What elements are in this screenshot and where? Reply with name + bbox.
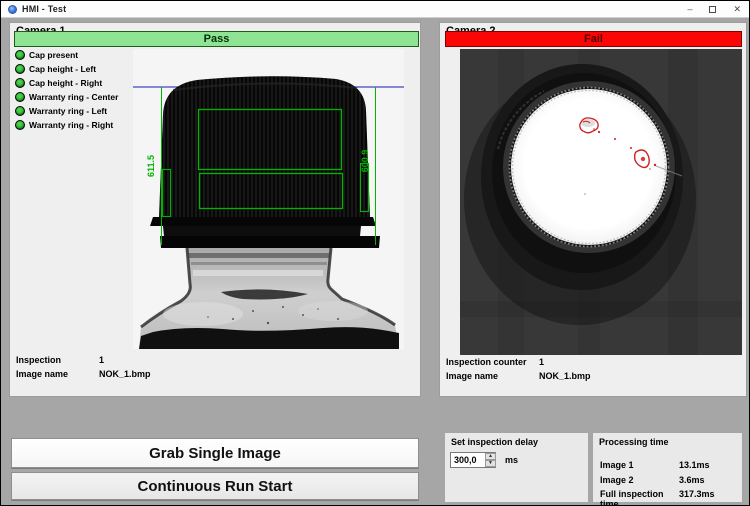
indicator-warranty-ring-center: Warranty ring - Center bbox=[15, 91, 118, 103]
indicator-warranty-ring-left: Warranty ring - Left bbox=[15, 105, 107, 117]
indicator-cap-height-right: Cap height - Right bbox=[15, 77, 102, 89]
camera2-image bbox=[460, 49, 742, 355]
camera1-image: 611.5 600.9 bbox=[133, 49, 404, 349]
window-title: HMI - Test bbox=[22, 4, 66, 14]
inspection-delay-box: Set inspection delay ▲ ▼ ms bbox=[444, 432, 589, 503]
image2-time-value: 3.6ms bbox=[679, 475, 705, 485]
app-window: HMI - Test – ✕ Camera 1 Pass Cap present… bbox=[0, 0, 750, 506]
led-icon bbox=[15, 50, 25, 60]
indicator-warranty-ring-right: Warranty ring - Right bbox=[15, 119, 113, 131]
image-name-row: Image name NOK_1.bmp bbox=[16, 369, 151, 379]
led-icon bbox=[15, 106, 25, 116]
grab-single-image-button[interactable]: Grab Single Image bbox=[11, 438, 419, 468]
minimize-icon[interactable]: – bbox=[687, 5, 692, 14]
indicator-cap-present: Cap present bbox=[15, 49, 78, 61]
inspection-delay-title: Set inspection delay bbox=[451, 437, 538, 447]
maximize-icon[interactable] bbox=[709, 6, 716, 13]
titlebar: HMI - Test bbox=[1, 1, 749, 18]
processing-row-full: Full inspection time 317.3ms bbox=[600, 489, 715, 506]
camera1-status-banner: Pass bbox=[14, 31, 419, 47]
delay-unit-label: ms bbox=[505, 455, 518, 465]
inspection-counter-row: Inspection 1 bbox=[16, 355, 104, 365]
indicator-cap-height-left: Cap height - Left bbox=[15, 63, 96, 75]
processing-time-box: Processing time Image 1 13.1ms Image 2 3… bbox=[592, 432, 743, 503]
led-icon bbox=[15, 92, 25, 102]
measure-right-label: 600.9 bbox=[360, 150, 370, 173]
image-name-value: NOK_1.bmp bbox=[99, 369, 151, 379]
led-icon bbox=[15, 78, 25, 88]
spinner-down-icon[interactable]: ▼ bbox=[485, 460, 496, 467]
image-name-row: Image name NOK_1.bmp bbox=[446, 371, 591, 381]
image-name-value: NOK_1.bmp bbox=[539, 371, 591, 381]
app-icon bbox=[8, 5, 17, 14]
processing-time-title: Processing time bbox=[599, 437, 669, 447]
camera2-status-banner: Fail bbox=[445, 31, 742, 47]
led-icon bbox=[15, 120, 25, 130]
inspection-counter-value: 1 bbox=[99, 355, 104, 365]
camera1-panel: Camera 1 Pass Cap present Cap height - L… bbox=[9, 22, 421, 397]
measure-left-label: 611.5 bbox=[146, 155, 156, 177]
camera2-panel: Camera 2 Fail bbox=[439, 22, 747, 397]
close-icon[interactable]: ✕ bbox=[733, 5, 741, 14]
spinner-up-icon[interactable]: ▲ bbox=[485, 453, 496, 460]
led-icon bbox=[15, 64, 25, 74]
processing-row-image1: Image 1 13.1ms bbox=[600, 460, 710, 470]
continuous-run-start-button[interactable]: Continuous Run Start bbox=[11, 472, 419, 500]
processing-row-image2: Image 2 3.6ms bbox=[600, 475, 705, 485]
inspection-delay-spinner: ▲ ▼ bbox=[485, 453, 496, 467]
inspection-counter-value: 1 bbox=[539, 357, 544, 367]
full-inspection-time-value: 317.3ms bbox=[679, 489, 715, 506]
image1-time-value: 13.1ms bbox=[679, 460, 710, 470]
inspection-counter-row: Inspection counter 1 bbox=[446, 357, 544, 367]
window-controls: – ✕ bbox=[687, 1, 741, 18]
